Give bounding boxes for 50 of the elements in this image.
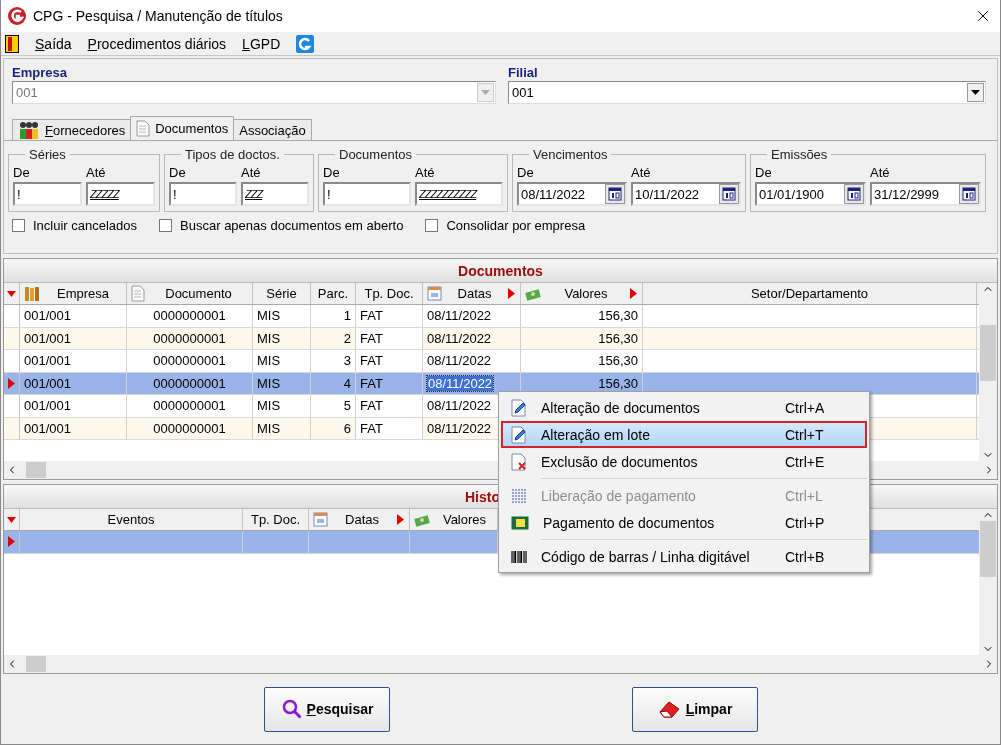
table-cell: 0000000001 <box>127 305 253 327</box>
table-cell: MIS <box>253 372 311 394</box>
field-label: De <box>13 164 31 182</box>
table-cell: MIS <box>253 350 311 372</box>
group-title: Vencimentos <box>532 147 609 162</box>
table-cell: 001/001 <box>20 417 127 439</box>
field-label: De <box>517 164 535 182</box>
table-cell: 08/11/2022 <box>423 350 521 372</box>
table-cell: 08/11/2022 <box>423 305 521 327</box>
table-cell: 001/001 <box>20 305 127 327</box>
table-cell: MIS <box>253 395 311 417</box>
group-title: Séries <box>28 147 67 162</box>
checkbox-label: Buscar apenas documentos em aberto <box>180 218 404 233</box>
table-cell: MIS <box>253 305 311 327</box>
field-label: De <box>169 164 187 182</box>
checkbox-label: Incluir cancelados <box>33 218 138 233</box>
table-cell: 0000000001 <box>127 372 253 394</box>
field-label: Até <box>870 164 891 182</box>
group-title: Tipos de doctos. <box>184 147 281 162</box>
field-label: De <box>755 164 773 182</box>
field-label: Até <box>631 164 652 182</box>
table-cell: MIS <box>253 327 311 349</box>
table-cell: FAT <box>356 327 423 349</box>
field-label: Até <box>86 164 107 182</box>
table-cell: 001/001 <box>20 327 127 349</box>
table-cell: 0000000001 <box>127 417 253 439</box>
table-cell: 156,30 <box>521 305 643 327</box>
table-cell: 156,30 <box>521 350 643 372</box>
table-cell: 001/001 <box>20 395 127 417</box>
grid-title: Documentos <box>4 259 997 283</box>
table-cell: 156,30 <box>521 327 643 349</box>
table-cell: 08/11/2022 <box>423 327 521 349</box>
table-cell: 0000000001 <box>127 350 253 372</box>
field-label: Filial <box>508 65 539 81</box>
table-cell: FAT <box>356 372 423 394</box>
table-cell: 0000000001 <box>127 395 253 417</box>
table-cell: 4 <box>311 372 356 394</box>
table-cell: MIS <box>253 417 311 439</box>
field-label: Empresa <box>12 65 68 81</box>
table-cell: 001/001 <box>20 350 127 372</box>
table-cell: 001/001 <box>20 372 127 394</box>
table-cell: FAT <box>356 417 423 439</box>
field-label: Até <box>415 164 436 182</box>
field-label: Até <box>241 164 262 182</box>
field-label: De <box>323 164 341 182</box>
group-title: Documentos <box>338 147 413 162</box>
group-title: Emissões <box>770 147 829 162</box>
window-title: CPG - Pesquisa / Manutenção de títulos <box>33 8 284 24</box>
checkbox-label: Consolidar por empresa <box>446 218 586 233</box>
table-cell: 0000000001 <box>127 327 253 349</box>
